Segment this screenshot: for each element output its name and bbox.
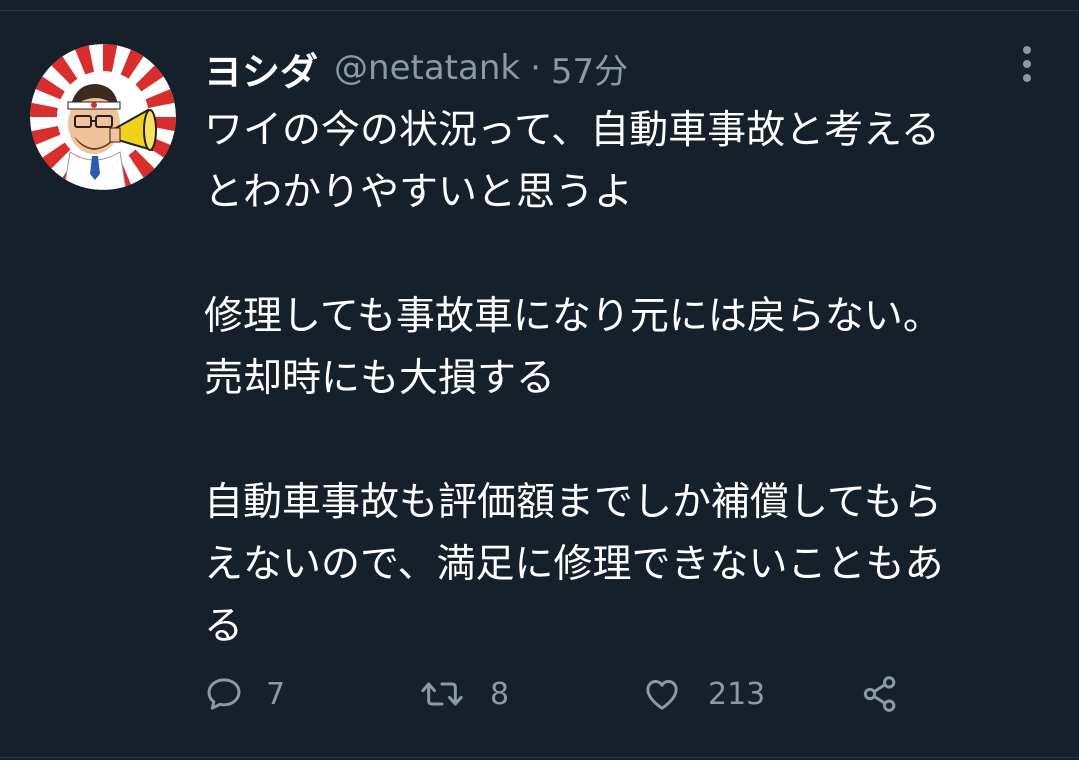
heart-icon — [646, 680, 678, 710]
reply-icon — [207, 678, 241, 710]
reply-button[interactable]: 7 — [204, 664, 285, 724]
like-button[interactable]: 213 — [642, 664, 765, 724]
avatar-image — [30, 44, 176, 190]
tweet-paragraph: ワイの今の状況って、自動車事故と考える とわかりやすいと思うよ — [204, 108, 940, 215]
display-name[interactable]: ヨシダ — [204, 41, 318, 96]
avatar[interactable] — [30, 44, 176, 190]
bottom-divider — [0, 757, 1079, 758]
tweet-paragraph: 修理しても事故車になり元には戻らない。 売却時にも大損する — [204, 294, 942, 401]
header-separator: · — [530, 48, 541, 88]
user-handle[interactable]: @netatank — [334, 48, 520, 88]
reply-count: 7 — [266, 676, 286, 712]
retweet-icon — [421, 682, 463, 706]
tweet-text: ワイの今の状況って、自動車事故と考える とわかりやすいと思うよ 修理しても事故車… — [204, 100, 1054, 658]
share-icon — [863, 676, 896, 712]
share-button[interactable] — [860, 664, 900, 724]
retweet-button[interactable]: 8 — [420, 664, 509, 724]
tweet-timestamp[interactable]: 57分 — [551, 44, 628, 93]
tweet-paragraph: 自動車事故も評価額までしか補償してもら えないので、満足に修理できないこともあ … — [204, 480, 944, 649]
retweet-count: 8 — [490, 676, 510, 712]
top-divider — [0, 10, 1079, 11]
more-options-button[interactable] — [1016, 44, 1038, 84]
like-count: 213 — [708, 676, 766, 712]
tweet-actions: 7 8 213 — [204, 664, 924, 724]
tweet-header: ヨシダ @netatank · 57分 — [204, 40, 628, 96]
more-vertical-icon — [1023, 46, 1031, 82]
